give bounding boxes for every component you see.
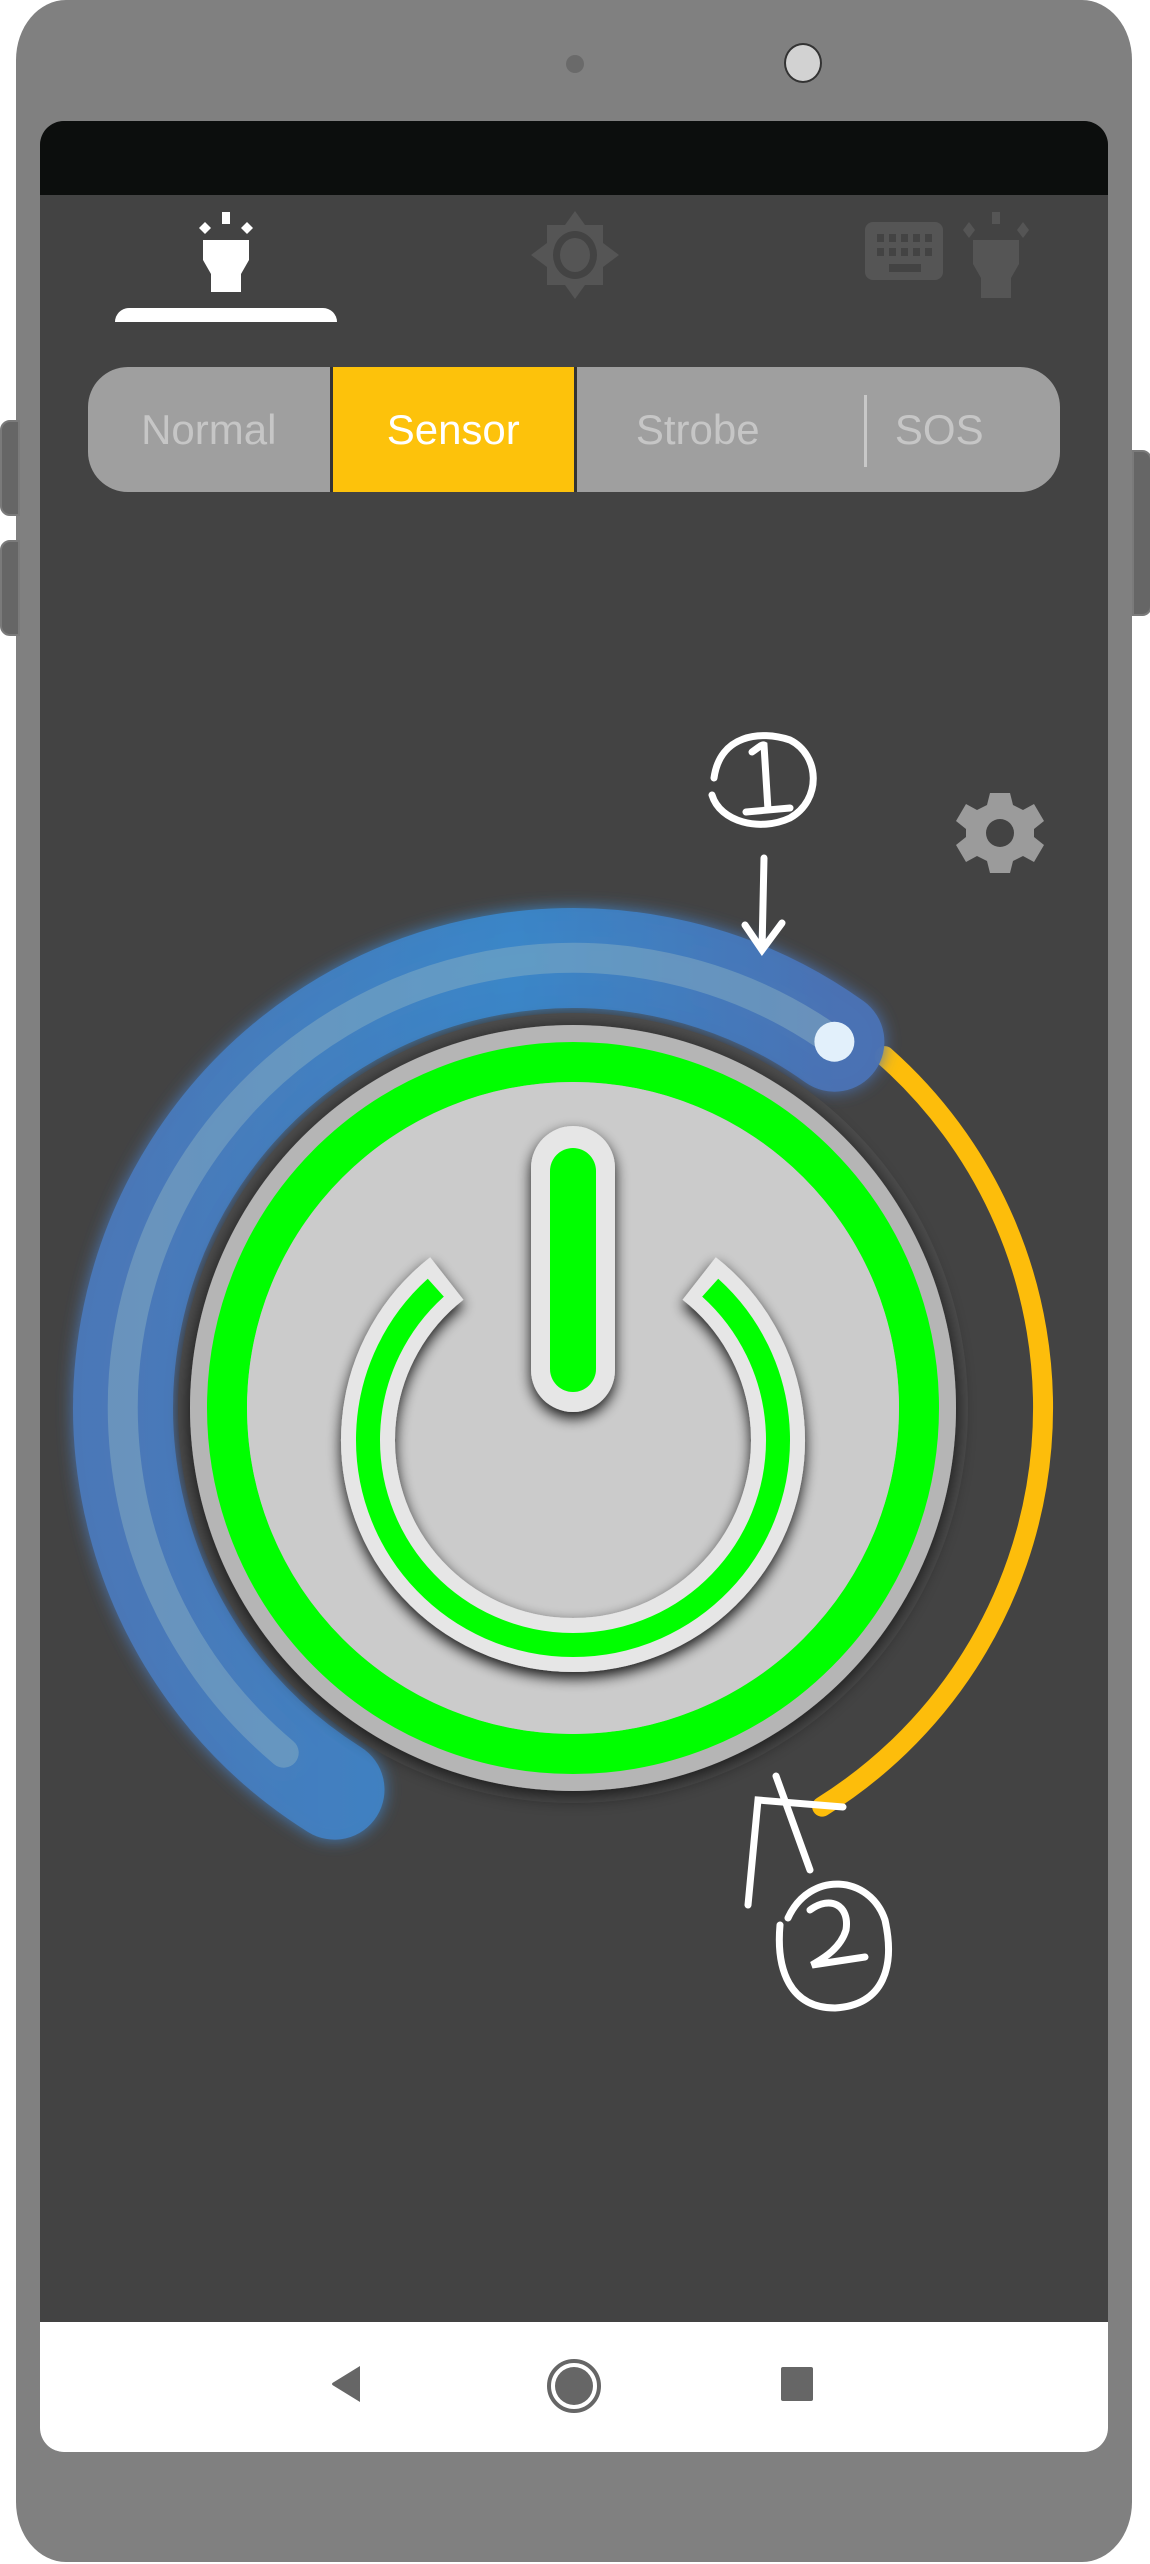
flashlight-icon [199,212,253,292]
back-icon[interactable] [326,2362,366,2406]
power-side-button[interactable] [1132,450,1150,616]
keyboard-flashlight-icon [865,212,1029,298]
volume-up-button[interactable] [0,420,20,516]
power-button[interactable] [178,1013,968,1803]
recents-icon[interactable] [780,2366,814,2402]
active-tab-indicator [115,308,337,322]
mode-strobe[interactable]: Strobe [577,367,819,492]
tab-screen-light[interactable] [460,195,690,315]
mode-normal[interactable]: Normal [88,367,330,492]
tab-keyboard-flashlight[interactable] [830,195,1070,315]
home-icon[interactable] [546,2358,602,2414]
system-nav-bar [40,2322,1108,2452]
proximity-sensor [566,55,584,73]
status-bar [40,121,1108,195]
tab-flashlight[interactable] [115,195,337,315]
brightness-icon [531,211,619,299]
segment-divider [864,395,867,467]
mode-sensor[interactable]: Sensor [329,367,577,492]
threshold-slider-handle[interactable] [814,1021,855,1062]
front-camera [784,43,822,83]
top-tab-bar [40,195,1108,322]
volume-down-button[interactable] [0,540,20,636]
mode-selector: Normal Sensor Strobe SOS [88,367,1060,492]
mode-sos[interactable]: SOS [819,367,1061,492]
